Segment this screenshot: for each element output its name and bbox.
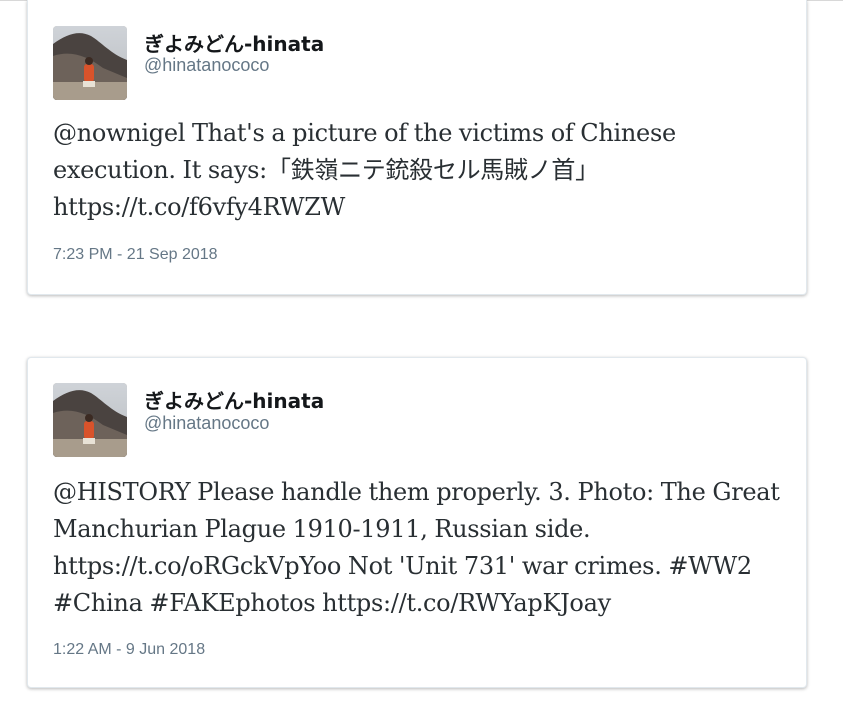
avatar-photo xyxy=(53,26,127,100)
avatar-photo xyxy=(53,383,127,457)
tweet-card[interactable]: ぎよみどん-hinata @hinatanococo @nownigel Tha… xyxy=(27,0,807,295)
avatar[interactable] xyxy=(53,383,127,457)
tweet-text: @nownigel That's a picture of the victim… xyxy=(53,119,676,221)
tweet-text: @HISTORY Please handle them properly. 3.… xyxy=(53,478,780,617)
user-handle[interactable]: @hinatanococo xyxy=(144,413,269,434)
tweet-timestamp[interactable]: 7:23 PM - 21 Sep 2018 xyxy=(53,246,218,264)
avatar[interactable] xyxy=(53,26,127,100)
user-display-name[interactable]: ぎよみどん-hinata xyxy=(144,385,324,414)
user-display-name[interactable]: ぎよみどん-hinata xyxy=(144,28,324,57)
user-handle[interactable]: @hinatanococo xyxy=(144,55,269,76)
tweet-timestamp[interactable]: 1:22 AM - 9 Jun 2018 xyxy=(53,641,205,659)
tweet-card[interactable]: ぎよみどん-hinata @hinatanococo @HISTORY Plea… xyxy=(27,357,807,688)
